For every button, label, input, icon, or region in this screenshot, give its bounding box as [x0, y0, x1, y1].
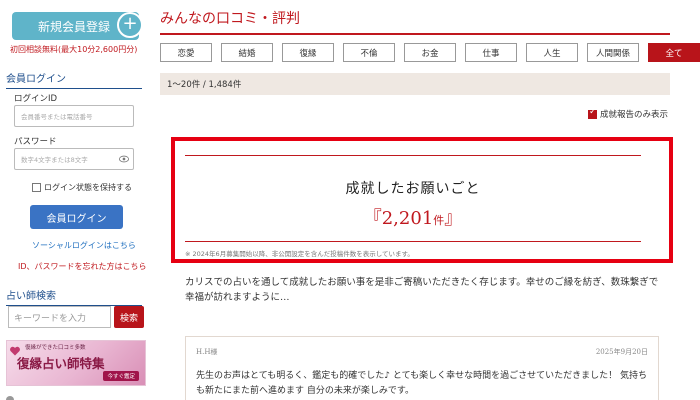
login-section-title: 会員ログイン: [6, 70, 142, 89]
search-button[interactable]: 検索: [114, 306, 144, 328]
tab-life[interactable]: 人生: [526, 43, 578, 62]
wish-count-unit: 件: [433, 214, 445, 227]
tab-all[interactable]: 全て: [648, 43, 700, 62]
review-body: 先生のお声はとても明るく、鑑定も的確でした♪ とても楽しく幸せな時間を過ごさせて…: [196, 371, 648, 396]
password-input[interactable]: 数字4文字または8文字: [14, 148, 134, 170]
success-filter-label: 成就報告のみ表示: [600, 110, 669, 120]
reviewer-name: H.H様: [196, 348, 218, 356]
login-button[interactable]: 会員ログイン: [30, 205, 123, 229]
forgot-password-link[interactable]: ID、パスワードを忘れた方はこちら: [18, 261, 147, 272]
page-title: みんなの口コミ・評判: [160, 8, 670, 35]
social-login-link[interactable]: ソーシャルログインはこちら: [32, 240, 136, 251]
wish-count-value: 2,201: [381, 208, 434, 229]
password-label: パスワード: [14, 137, 57, 147]
login-id-label: ログインID: [14, 94, 58, 104]
keep-login-label: ログイン状態を保持する: [44, 183, 132, 192]
fulfilled-wishes-title: 成就したお願いごと: [345, 181, 481, 197]
intro-text: カリスでの占いを通して成就したお願い事を是非ご寄稿いただきたく存じます。幸せのご…: [185, 277, 659, 303]
fulfilled-wishes-note: ※ 2024年6月募集開始以降、非公開設定を含んだ投稿件数を表示しています。: [185, 250, 414, 258]
fulfilled-wishes-count: 『2,201件』: [185, 204, 641, 230]
banner-headline: 復縁占い師特集: [17, 356, 105, 371]
eye-icon[interactable]: [119, 155, 129, 163]
tab-marriage[interactable]: 結婚: [221, 43, 273, 62]
result-count: 1〜20件 / 1,484件: [160, 73, 670, 95]
review-date: 2025年9月20日: [595, 348, 648, 356]
free-consult-note: 初回相談無料(最大10分2,600円分): [10, 45, 138, 54]
banner-subtext: 復縁ができた口コミ多数: [25, 345, 86, 351]
keep-login-row[interactable]: ログイン状態を保持する: [32, 182, 132, 193]
open-bracket: 『: [363, 208, 382, 229]
success-filter-toggle[interactable]: 成就報告のみ表示: [588, 107, 669, 120]
plus-icon[interactable]: +: [117, 12, 143, 38]
sidebar: 新規会員登録 + 初回相談無料(最大10分2,600円分) 会員ログイン ログイ…: [0, 0, 148, 400]
password-placeholder: 数字4文字または8文字: [21, 156, 88, 164]
fortune-teller-search-title: 占い師検索: [6, 287, 142, 306]
register-button-label: 新規会員登録: [38, 19, 111, 34]
review-card: H.H様 2025年9月20日 先生のお声はとても明るく、鑑定も的確でした♪ と…: [185, 336, 659, 400]
keep-login-checkbox[interactable]: [32, 183, 41, 192]
category-tabs: 恋愛 結婚 復縁 不倫 お金 仕事 人生 人間関係 全て: [160, 43, 700, 62]
tab-relationships[interactable]: 人間関係: [587, 43, 639, 62]
tab-money[interactable]: お金: [404, 43, 456, 62]
banner-cta-button[interactable]: 今すぐ鑑定: [103, 371, 139, 381]
tab-work[interactable]: 仕事: [465, 43, 517, 62]
tab-affair[interactable]: 不倫: [343, 43, 395, 62]
success-filter-checkbox[interactable]: [588, 107, 597, 119]
fulfilled-wishes-box: 成就したお願いごと 『2,201件』: [185, 155, 641, 242]
close-bracket: 』: [444, 208, 463, 229]
reconciliation-banner[interactable]: 復縁ができた口コミ多数 復縁占い師特集 今すぐ鑑定: [6, 340, 146, 386]
partial-icon: [6, 396, 14, 400]
tab-love[interactable]: 恋愛: [160, 43, 212, 62]
login-id-input[interactable]: 会員番号または電話番号: [14, 105, 134, 127]
keyword-search-input[interactable]: キーワードを入力: [8, 306, 111, 328]
tab-reconciliation[interactable]: 復縁: [282, 43, 334, 62]
